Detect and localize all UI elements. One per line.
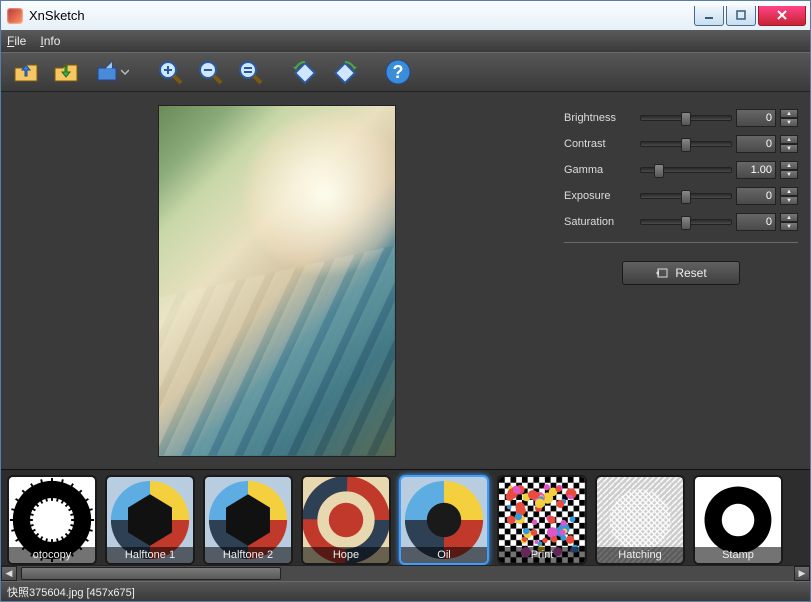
gamma-label: Gamma [564,164,636,176]
effect-label: Stamp [695,547,781,563]
gamma-spinner[interactable]: ▲▼ [780,161,798,179]
exposure-slider[interactable] [640,193,732,199]
folder-down-icon [52,58,80,86]
contrast-value[interactable]: 0 [736,135,776,153]
app-icon [7,8,23,24]
minimize-button[interactable] [694,6,724,26]
maximize-button[interactable] [726,6,756,26]
rotate-left-icon [290,58,318,86]
menu-file[interactable]: File [7,34,26,48]
effect-label: Halftone 2 [205,547,291,563]
contrast-slider[interactable] [640,141,732,147]
toolbar: ? [1,52,810,92]
exposure-value[interactable]: 0 [736,187,776,205]
rotate-right-icon [330,58,358,86]
zoom-fit-button[interactable] [233,55,267,89]
effect-label: Hatching [597,547,683,563]
close-button[interactable] [758,6,806,26]
gamma-slider[interactable] [640,167,732,173]
status-text: 快照375604.jpg [457x675] [7,584,135,600]
chevron-down-icon [121,68,129,76]
slider-row-exposure: Exposure 0▲▼ [564,184,798,208]
effect-hatching[interactable]: Hatching [595,475,685,565]
brightness-value[interactable]: 0 [736,109,776,127]
saturation-value[interactable]: 0 [736,213,776,231]
effect-stamp[interactable]: Stamp [693,475,783,565]
canvas-area[interactable] [1,92,552,469]
effect-oil[interactable]: Oil [399,475,489,565]
open-button[interactable] [9,55,43,89]
effect-hope[interactable]: Hope [301,475,391,565]
window-titlebar: XnSketch [0,0,811,30]
rotate-left-button[interactable] [287,55,321,89]
rotate-right-button[interactable] [327,55,361,89]
effect-label: otocopy [9,547,95,563]
saturation-label: Saturation [564,216,636,228]
scroll-left-button[interactable]: ◀ [1,566,17,581]
preview-image [159,106,395,456]
folder-up-icon [12,58,40,86]
slider-row-saturation: Saturation 0▲▼ [564,210,798,234]
panel-divider [564,242,798,243]
zoom-out-icon [196,58,224,86]
saturation-spinner[interactable]: ▲▼ [780,213,798,231]
effect-label: Print [499,547,585,563]
reset-icon [655,267,669,279]
slider-row-contrast: Contrast 0▲▼ [564,132,798,156]
reset-button[interactable]: Reset [622,261,740,285]
exposure-label: Exposure [564,190,636,202]
export-button[interactable] [89,55,133,89]
help-button[interactable]: ? [381,55,415,89]
brightness-label: Brightness [564,112,636,124]
gamma-value[interactable]: 1.00 [736,161,776,179]
help-icon: ? [384,58,412,86]
scroll-right-button[interactable]: ▶ [794,566,810,581]
zoom-in-button[interactable] [153,55,187,89]
slider-row-brightness: Brightness 0▲▼ [564,106,798,130]
reset-label: Reset [675,266,706,280]
exposure-spinner[interactable]: ▲▼ [780,187,798,205]
svg-text:?: ? [393,62,404,82]
zoom-fit-icon [236,58,264,86]
effect-halftone2[interactable]: Halftone 2 [203,475,293,565]
menubar: File Info [1,30,810,52]
effect-halftone1[interactable]: Halftone 1 [105,475,195,565]
contrast-label: Contrast [564,138,636,150]
adjustments-panel: Brightness0▲▼Contrast0▲▼Gamma1.00▲▼Expos… [552,92,810,469]
effect-label: Oil [401,547,487,563]
effect-label: Hope [303,547,389,563]
menu-info[interactable]: Info [40,34,60,48]
share-icon [93,58,121,86]
brightness-spinner[interactable]: ▲▼ [780,109,798,127]
effect-label: Halftone 1 [107,547,193,563]
zoom-out-button[interactable] [193,55,227,89]
saturation-slider[interactable] [640,219,732,225]
effect-photocopy[interactable]: otocopy [7,475,97,565]
effect-print[interactable]: Print [497,475,587,565]
save-button[interactable] [49,55,83,89]
slider-row-gamma: Gamma 1.00▲▼ [564,158,798,182]
effects-scrollbar[interactable]: ◀ ▶ [1,565,810,581]
brightness-slider[interactable] [640,115,732,121]
scrollbar-thumb[interactable] [21,567,281,580]
status-bar: 快照375604.jpg [457x675] [1,581,810,601]
effects-strip: otocopy Halftone 1 Halftone 2 Hope Oil Print H… [1,469,810,581]
window-title: XnSketch [29,8,694,23]
zoom-in-icon [156,58,184,86]
contrast-spinner[interactable]: ▲▼ [780,135,798,153]
